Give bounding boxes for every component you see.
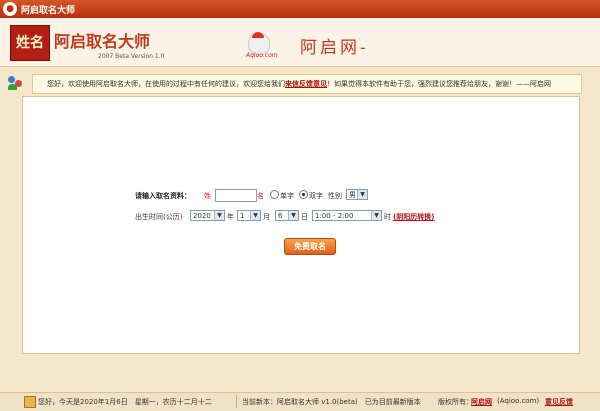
- double-char-label: 双字: [309, 192, 323, 200]
- notice-box: 您好，欢迎使用阿启取名大师，在使用的过程中有任何的建议，欢迎您给我们来信反馈意见…: [32, 74, 582, 94]
- chevron-down-icon: ▼: [288, 211, 298, 220]
- version-label: 2007 Beta Version 1.0: [98, 53, 165, 60]
- birth-label: 出生时间(公历): [135, 213, 183, 221]
- double-char-radio[interactable]: [299, 190, 308, 199]
- status-bar: 您好，今天是2020年1月6日 星期一，农历十二月十二 当前新本：阿启取名大师 …: [0, 392, 600, 411]
- feedback-status-link[interactable]: 意见反馈: [545, 397, 573, 407]
- hour-select[interactable]: 1:00 - 2:00 ▼: [312, 210, 382, 221]
- app-name: 阿启取名大师: [54, 32, 151, 51]
- chevron-down-icon: ▼: [357, 190, 367, 199]
- site-logo-text: Aqioo.com: [246, 52, 278, 59]
- gender-select[interactable]: 男 ▼: [346, 189, 368, 200]
- santa-hat-icon: [252, 32, 264, 38]
- title-bar: ● 阿启取名大师: [0, 0, 600, 18]
- hour-label: 时: [384, 213, 391, 221]
- year-label: 年: [227, 213, 234, 221]
- month-select[interactable]: 1 ▼: [237, 210, 261, 221]
- name-logo: 姓名: [10, 25, 50, 61]
- version-status: 当前新本：阿启取名大师 v1.0(beta) 已为目前最新版本: [242, 398, 421, 406]
- surname-input[interactable]: [215, 189, 257, 202]
- single-char-label: 单字: [280, 192, 294, 200]
- year-select[interactable]: 2020 ▼: [190, 210, 225, 221]
- aqioo-logo: Aqioo.com: [246, 32, 296, 59]
- aqioo-link[interactable]: 阿启网: [471, 397, 492, 407]
- free-naming-button[interactable]: 免费取名: [284, 238, 336, 255]
- notice-bar: 您好，欢迎使用阿启取名大师，在使用的过程中有任何的建议，欢迎您给我们来信反馈意见…: [0, 72, 600, 94]
- date-greeting: 您好，今天是2020年1月6日 星期一，农历十二月十二: [38, 398, 212, 406]
- day-select[interactable]: 6 ▼: [275, 210, 299, 221]
- window-title: 阿启取名大师: [21, 6, 76, 16]
- app-icon: ●: [3, 2, 17, 16]
- copyright-label: 版权所有：: [438, 398, 473, 406]
- users-icon: [7, 75, 23, 91]
- chevron-down-icon: ▼: [214, 211, 224, 220]
- month-label: 月: [263, 213, 270, 221]
- feedback-link[interactable]: 来信反馈意见: [285, 80, 327, 88]
- main-panel: [22, 96, 580, 354]
- single-char-radio[interactable]: [270, 190, 279, 199]
- chevron-down-icon: ▼: [371, 211, 381, 220]
- day-label: 日: [301, 213, 308, 221]
- notice-text: 您好，欢迎使用阿启取名大师，在使用的过程中有任何的建议，欢迎您给我们来信反馈意见…: [47, 80, 551, 88]
- domain-label: (Aqioo.com): [497, 397, 540, 405]
- calendar-icon: [24, 396, 36, 408]
- surname-label: 姓: [204, 192, 211, 200]
- site-name: 阿启网-: [300, 38, 369, 58]
- chevron-down-icon: ▼: [250, 211, 260, 220]
- header-banner: 姓名 阿启取名大师 2007 Beta Version 1.0 Aqioo.co…: [0, 18, 600, 67]
- calendar-convert-link[interactable]: (阴阳历转换): [393, 212, 434, 222]
- form-prompt: 请输入取名资料：: [135, 192, 191, 200]
- gender-label: 性别: [328, 192, 342, 200]
- name-label: 名: [257, 192, 264, 200]
- divider: [236, 395, 237, 408]
